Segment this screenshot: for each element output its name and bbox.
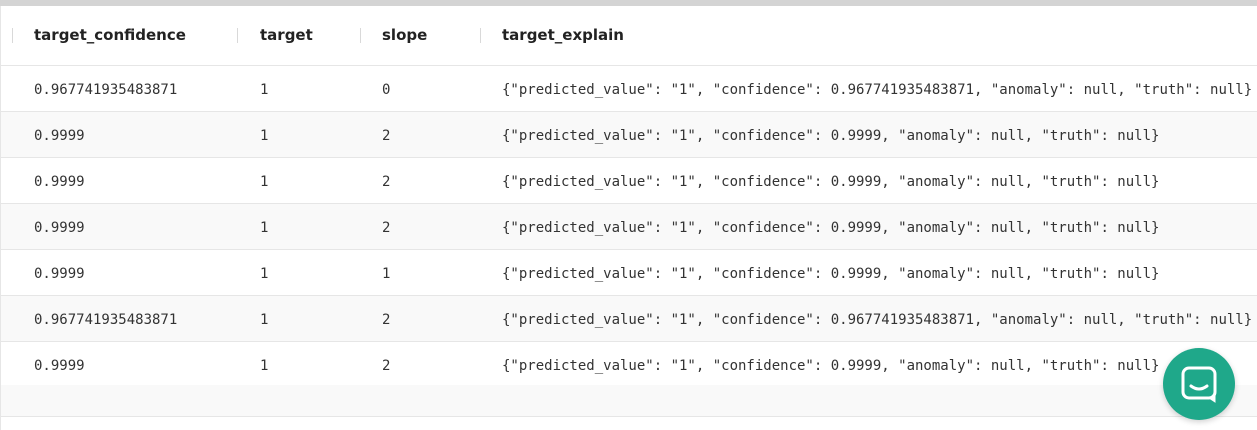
cell-target-confidence: 0.9999 [34,128,85,144]
cell-target: 1 [260,82,269,98]
cell-target: 1 [260,174,269,190]
column-separator[interactable] [237,28,238,43]
cell-slope: 2 [382,220,391,236]
column-header-slope[interactable]: slope [382,6,427,65]
column-separator[interactable] [12,28,13,43]
table-row[interactable]: 0.967741935483871 1 0 {"predicted_value": "… [1,66,1257,112]
table-row[interactable]: 0.9999 1 2 {"predicted_value": "1", "confid… [1,112,1257,158]
cell-target-explain: {"predicted_value": "1", "confidence": 0… [502,266,1160,282]
table-row[interactable]: 0.9999 1 2 {"predicted_value": "1", "confid… [1,158,1257,204]
table-body: 0.967741935483871 1 0 {"predicted_value": "… [1,66,1257,388]
cell-target-confidence: 0.9999 [34,220,85,236]
cell-slope: 2 [382,128,391,144]
chat-widget-button[interactable] [1163,348,1235,420]
cell-target-confidence: 0.9999 [34,174,85,190]
column-header-target-explain[interactable]: target_explain [502,6,624,65]
cell-slope: 1 [382,266,391,282]
results-table: target_confidence target slope target_ex… [1,6,1257,388]
column-separator[interactable] [480,28,481,43]
cell-target: 1 [260,266,269,282]
column-header-target-confidence[interactable]: target_confidence [34,6,186,65]
cell-target-explain: {"predicted_value": "1", "confidence": 0… [502,82,1253,98]
cell-slope: 0 [382,82,391,98]
cell-target-explain: {"predicted_value": "1", "confidence": 0… [502,220,1160,236]
cell-target: 1 [260,312,269,328]
column-header-target[interactable]: target [260,6,313,65]
table-header: target_confidence target slope target_ex… [1,6,1257,66]
table-row[interactable]: 0.9999 1 1 {"predicted_value": "1", "confid… [1,250,1257,296]
cell-target: 1 [260,220,269,236]
cell-target-explain: {"predicted_value": "1", "confidence": 0… [502,174,1160,190]
cell-target-confidence: 0.9999 [34,266,85,282]
table-footer [1,385,1257,417]
cell-target-explain: {"predicted_value": "1", "confidence": 0… [502,128,1160,144]
table-row[interactable]: 0.967741935483871 1 2 {"predicted_value": "… [1,296,1257,342]
column-separator[interactable] [360,28,361,43]
cell-target-confidence: 0.967741935483871 [34,312,178,328]
cell-slope: 2 [382,174,391,190]
cell-slope: 2 [382,312,391,328]
cell-slope: 2 [382,358,391,374]
cell-target-explain: {"predicted_value": "1", "confidence": 0… [502,358,1160,374]
cell-target: 1 [260,358,269,374]
cell-target-explain: {"predicted_value": "1", "confidence": 0… [502,312,1253,328]
cell-target-confidence: 0.9999 [34,358,85,374]
table-row[interactable]: 0.9999 1 2 {"predicted_value": "1", "confid… [1,342,1257,388]
cell-target-confidence: 0.967741935483871 [34,82,178,98]
chat-icon [1181,366,1217,403]
table-row[interactable]: 0.9999 1 2 {"predicted_value": "1", "confid… [1,204,1257,250]
cell-target: 1 [260,128,269,144]
